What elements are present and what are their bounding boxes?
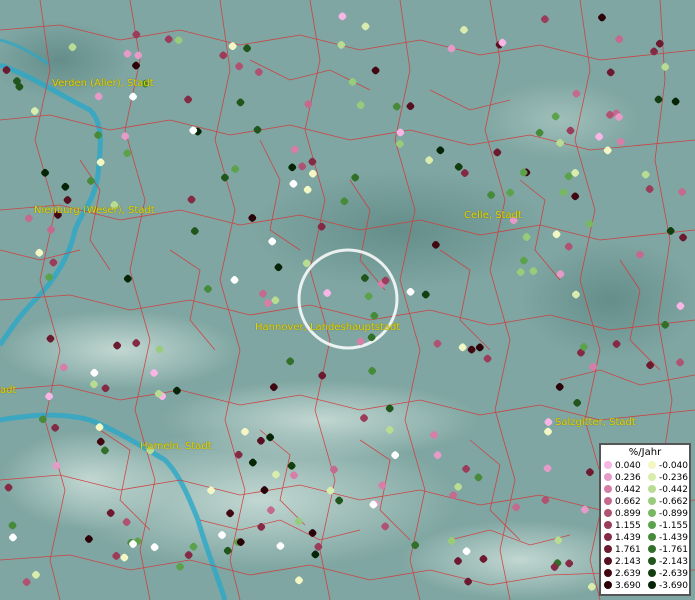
legend-row: -1.155 [648, 521, 688, 532]
legend-row: 2.143 [604, 557, 641, 568]
legend-label: 1.155 [615, 521, 641, 531]
legend-swatch [648, 485, 656, 493]
legend-swatch [648, 461, 656, 469]
legend-row: 1.761 [604, 545, 641, 556]
terrain-layer [0, 0, 695, 600]
legend-label: -0.236 [659, 473, 689, 483]
legend-row: 0.899 [604, 509, 641, 520]
legend-swatch [604, 569, 612, 577]
legend-label: 2.639 [615, 569, 641, 579]
legend-label: -0.442 [659, 485, 689, 495]
legend-swatch [604, 497, 612, 505]
legend-label: 0.442 [615, 485, 641, 495]
legend-swatch [648, 557, 656, 565]
map-legend: %/Jahr 0.040 0.236 0.442 0.662 0.899 1.155 1.4… [599, 443, 691, 596]
legend-row: 0.662 [604, 497, 641, 508]
legend-swatch [648, 497, 656, 505]
legend-swatch [648, 509, 656, 517]
legend-row: -2.639 [648, 569, 688, 580]
map-canvas[interactable]: Verden (Aller), Stadt Nienburg (Weser), … [0, 0, 695, 600]
legend-label: 0.040 [615, 461, 641, 471]
legend-row: -0.662 [648, 497, 688, 508]
legend-row: -0.899 [648, 509, 688, 520]
legend-row: 0.040 [604, 461, 641, 472]
legend-label: -3.690 [659, 581, 689, 591]
legend-row: 2.639 [604, 569, 641, 580]
legend-label: 2.143 [615, 557, 641, 567]
legend-label: -1.761 [659, 545, 689, 555]
legend-swatch [648, 569, 656, 577]
legend-row: -0.040 [648, 461, 688, 472]
legend-label: 0.899 [615, 509, 641, 519]
legend-swatch [648, 581, 656, 589]
legend-row: -0.236 [648, 473, 688, 484]
legend-row: 0.442 [604, 485, 641, 496]
legend-label: 0.662 [615, 497, 641, 507]
legend-row: -2.143 [648, 557, 688, 568]
legend-label: -0.899 [659, 509, 689, 519]
city-label-nienburg: Nienburg (Weser), Stadt [34, 205, 155, 216]
legend-row: 0.236 [604, 473, 641, 484]
city-label-verden: Verden (Aller), Stadt [52, 78, 154, 89]
legend-swatch [604, 533, 612, 541]
legend-swatch [604, 473, 612, 481]
city-label-hameln: Hameln, Stadt [140, 441, 212, 452]
legend-label: -1.439 [659, 533, 689, 543]
legend-row: -0.442 [648, 485, 688, 496]
legend-swatch [648, 473, 656, 481]
legend-row: 1.439 [604, 533, 641, 544]
legend-swatch [604, 509, 612, 517]
legend-label: 0.236 [615, 473, 641, 483]
city-label-salzgitter: Salzgitter, Stadt [555, 417, 636, 428]
legend-title: %/Jahr [628, 447, 662, 458]
legend-row: -1.761 [648, 545, 688, 556]
legend-swatch [604, 485, 612, 493]
legend-label: -2.143 [659, 557, 689, 567]
legend-row: 3.690 [604, 581, 641, 592]
legend-swatch [604, 461, 612, 469]
city-label-celle: Celle, Stadt [464, 210, 522, 221]
legend-row: -1.439 [648, 533, 688, 544]
legend-swatch [604, 581, 612, 589]
legend-swatch [648, 533, 656, 541]
legend-label: 1.439 [615, 533, 641, 543]
city-label-hannover: Hannover, Landeshauptstadt [255, 322, 401, 333]
legend-swatch [648, 521, 656, 529]
legend-swatch [604, 521, 612, 529]
legend-label: -1.155 [659, 521, 689, 531]
legend-row: -3.690 [648, 581, 688, 592]
legend-label: 1.761 [615, 545, 641, 555]
city-label-partial-west: adt [0, 385, 17, 396]
legend-label: -0.040 [659, 461, 689, 471]
legend-label: -2.639 [659, 569, 689, 579]
legend-label: 3.690 [615, 581, 641, 591]
legend-swatch [604, 557, 612, 565]
legend-label: -0.662 [659, 497, 689, 507]
legend-swatch [648, 545, 656, 553]
legend-swatch [604, 545, 612, 553]
legend-row: 1.155 [604, 521, 641, 532]
